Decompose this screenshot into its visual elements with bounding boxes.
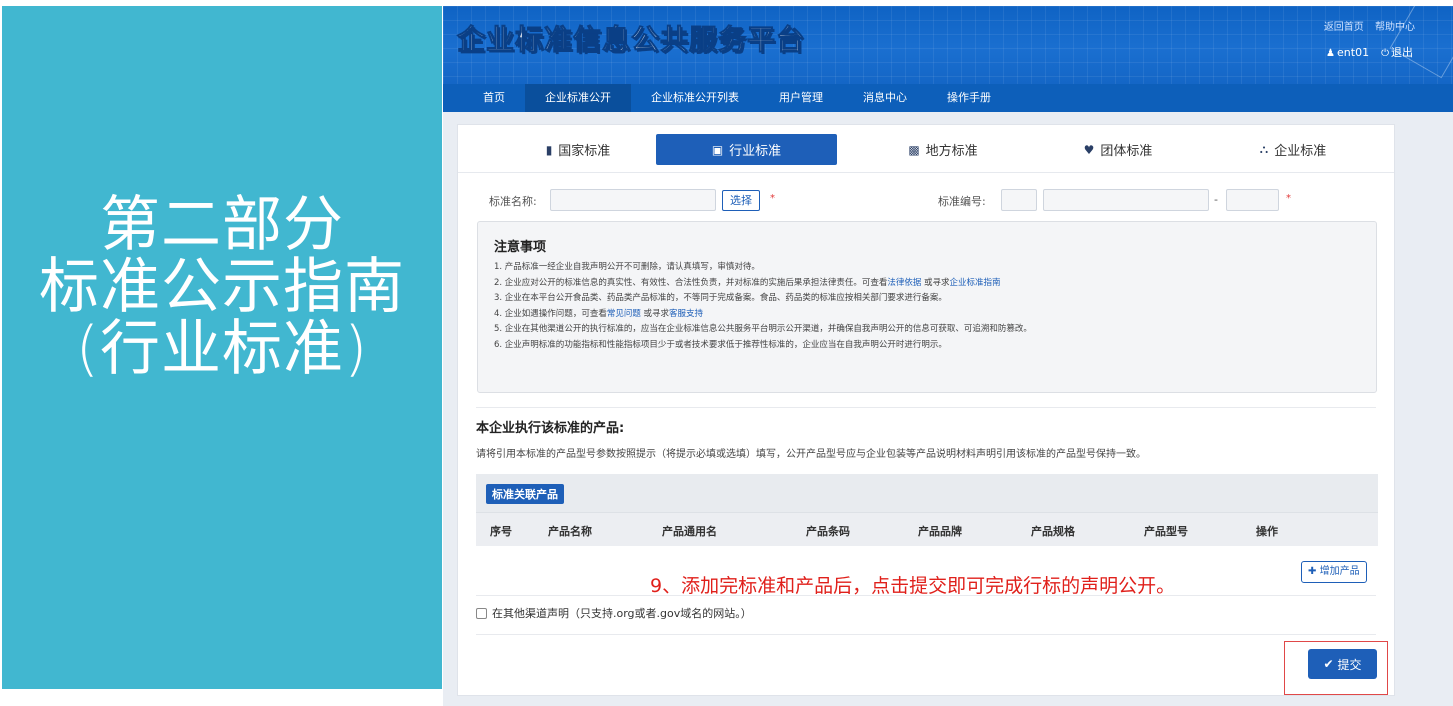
notice-line: 2. 企业应对公开的标准信息的真实性、有效性、合法性负责，并对标准的实施后果承担…	[494, 277, 1001, 288]
submit-button[interactable]: ✔ 提交	[1308, 649, 1377, 679]
book-icon: ▮	[545, 142, 553, 157]
notice-line: 4. 企业如遇操作问题，可查看常见问题 或寻求客服支持	[494, 308, 704, 319]
standard-number-prefix-input[interactable]	[1001, 189, 1037, 211]
site-logo[interactable]: 企业标准信息公共服务平台	[456, 18, 805, 58]
user-icon: ♟	[1326, 47, 1336, 59]
nav-item-home[interactable]: 首页	[463, 84, 525, 112]
standard-year-input[interactable]	[1226, 189, 1279, 211]
column-header: 产品条码	[806, 525, 850, 538]
file-icon: ▩	[908, 142, 920, 157]
enterprise-guide-link[interactable]: 企业标准指南	[950, 278, 1001, 288]
slide-title-line-3: (行业标准)	[75, 314, 369, 384]
other-channel-label: 在其他渠道声明（只支持.org或者.gov域名的网站。）	[492, 607, 752, 620]
header-banner: 企业标准信息公共服务平台 返回首页 帮助中心 ♟ ent01 ⏻ 退出	[443, 6, 1453, 84]
app-window: 企业标准信息公共服务平台 返回首页 帮助中心 ♟ ent01 ⏻ 退出 首页 企业标…	[443, 6, 1453, 706]
column-header: 产品通用名	[662, 525, 717, 538]
submit-label: 提交	[1337, 657, 1362, 672]
notice-line: 6. 企业声明标准的功能指标和性能指标项目少于或者技术要求低于推荐性标准的，企业…	[494, 339, 947, 350]
main-nav: 首页 企业标准公开 企业标准公开列表 用户管理 消息中心 操作手册	[443, 84, 1453, 112]
standard-name-input[interactable]	[550, 189, 716, 211]
legal-basis-link[interactable]: 法律依据	[887, 278, 921, 288]
column-header: 产品型号	[1144, 525, 1188, 538]
power-icon: ⏻	[1381, 48, 1389, 59]
products-note: 请将引用本标准的产品型号参数按照提示（将提示必填或选填）填写，公开产品型号应与企…	[476, 449, 1146, 460]
standard-number-label: 标准编号:	[938, 195, 986, 208]
table-header: 序号 产品名称 产品通用名 产品条码 产品品牌 产品规格 产品型号 操作	[476, 512, 1378, 546]
tab-label: 国家标准	[558, 144, 611, 159]
tab-enterprise-standard[interactable]: ⛬ 企业标准	[1198, 134, 1388, 165]
other-channel-checkbox[interactable]	[476, 607, 487, 619]
products-title: 本企业执行该标准的产品:	[476, 421, 625, 436]
add-product-button[interactable]: ✚ 增加产品	[1301, 561, 1367, 583]
notice-box: 注意事项 1. 产品标准一经企业自我声明公开不可删除，请认真填写，审慎对待。 2…	[477, 221, 1377, 393]
slide-title-line-2: 标准公示指南	[39, 252, 405, 322]
nav-item-standard-list[interactable]: 企业标准公开列表	[631, 84, 759, 112]
required-mark: *	[1286, 193, 1291, 204]
other-channel-checkbox-row[interactable]: 在其他渠道声明（只支持.org或者.gov域名的网站。）	[476, 605, 752, 621]
divider	[476, 407, 1376, 408]
column-header: 产品规格	[1031, 525, 1075, 538]
divider	[476, 634, 1376, 635]
help-link[interactable]: 帮助中心	[1375, 22, 1415, 33]
instruction-callout: 9、添加完标准和产品后，点击提交即可完成行标的声明公开。	[650, 575, 1176, 597]
header-top-links: 返回首页 帮助中心	[1316, 18, 1415, 33]
briefcase-icon: ▣	[711, 142, 724, 157]
tab-national-standard[interactable]: ▮ 国家标准	[488, 134, 668, 165]
add-product-label: 增加产品	[1319, 566, 1360, 577]
notice-line: 5. 企业在其他渠道公开的执行标准的，应当在企业标准信息公共服务平台明示公开渠道…	[494, 324, 1032, 334]
institution-icon: ⛬	[1259, 142, 1269, 156]
username: ent01	[1337, 45, 1370, 59]
notice-title: 注意事项	[494, 240, 547, 255]
home-link[interactable]: 返回首页	[1324, 22, 1364, 33]
nav-item-manual[interactable]: 操作手册	[927, 84, 1011, 112]
column-header: 产品名称	[548, 525, 592, 538]
column-header: 产品品牌	[918, 525, 962, 538]
plus-icon: ✚	[1308, 566, 1317, 577]
tab-group-standard[interactable]: ♥ 团体标准	[1023, 134, 1213, 165]
faq-link[interactable]: 常见问题	[607, 309, 641, 319]
select-standard-button[interactable]: 选择	[722, 190, 760, 211]
divider	[476, 595, 1376, 596]
support-link[interactable]: 客服支持	[669, 309, 703, 319]
tab-industry-standard[interactable]: ▣ 行业标准	[656, 134, 837, 165]
number-separator: -	[1214, 193, 1218, 206]
products-table: 标准关联产品 序号 产品名称 产品通用名 产品条码 产品品牌 产品规格 产品型号…	[476, 474, 1378, 546]
tab-label: 地方标准	[925, 144, 978, 159]
tab-label: 行业标准	[729, 144, 782, 159]
slide-panel: 第二部分 标准公示指南 (行业标准)	[2, 6, 442, 689]
nav-item-message-center[interactable]: 消息中心	[843, 84, 927, 112]
check-icon: ✔	[1323, 657, 1334, 671]
logout-button[interactable]: ⏻ 退出	[1381, 44, 1413, 60]
logout-label: 退出	[1391, 46, 1413, 59]
notice-line: 1. 产品标准一经企业自我声明公开不可删除，请认真填写，审慎对待。	[494, 262, 760, 272]
tab-label: 企业标准	[1274, 144, 1327, 159]
user-menu[interactable]: ♟ ent01	[1326, 46, 1369, 59]
standard-name-label: 标准名称:	[489, 195, 537, 208]
required-mark: *	[770, 193, 775, 204]
linked-products-badge: 标准关联产品	[486, 484, 564, 504]
standard-fields-row: 标准名称: 选择 * 标准编号: - *	[458, 187, 1394, 213]
nav-item-user-management[interactable]: 用户管理	[759, 84, 843, 112]
notice-line: 3. 企业在本平台公开食品类、药品类产品标准的，不等同于完成备案。食品、药品类的…	[494, 293, 947, 303]
nav-item-standard-publish[interactable]: 企业标准公开	[525, 84, 631, 112]
standard-number-input[interactable]	[1043, 189, 1209, 211]
column-header: 序号	[490, 525, 512, 538]
tab-label: 团体标准	[1100, 144, 1153, 159]
standard-form-card: ▮ 国家标准 ▣ 行业标准 ▩ 地方标准 ♥ 团体标准 ⛬ 企业标准 标准名称:	[457, 124, 1395, 696]
slide-title-line-1: 第二部分	[100, 190, 344, 260]
tab-local-standard[interactable]: ▩ 地方标准	[848, 134, 1038, 165]
slide-title: 第二部分 标准公示指南 (行业标准)	[2, 194, 442, 380]
column-header: 操作	[1256, 525, 1278, 538]
shield-icon: ♥	[1083, 142, 1095, 157]
standard-type-tabs: ▮ 国家标准 ▣ 行业标准 ▩ 地方标准 ♥ 团体标准 ⛬ 企业标准	[458, 125, 1394, 173]
user-bar: ♟ ent01 ⏻ 退出	[1326, 44, 1413, 60]
